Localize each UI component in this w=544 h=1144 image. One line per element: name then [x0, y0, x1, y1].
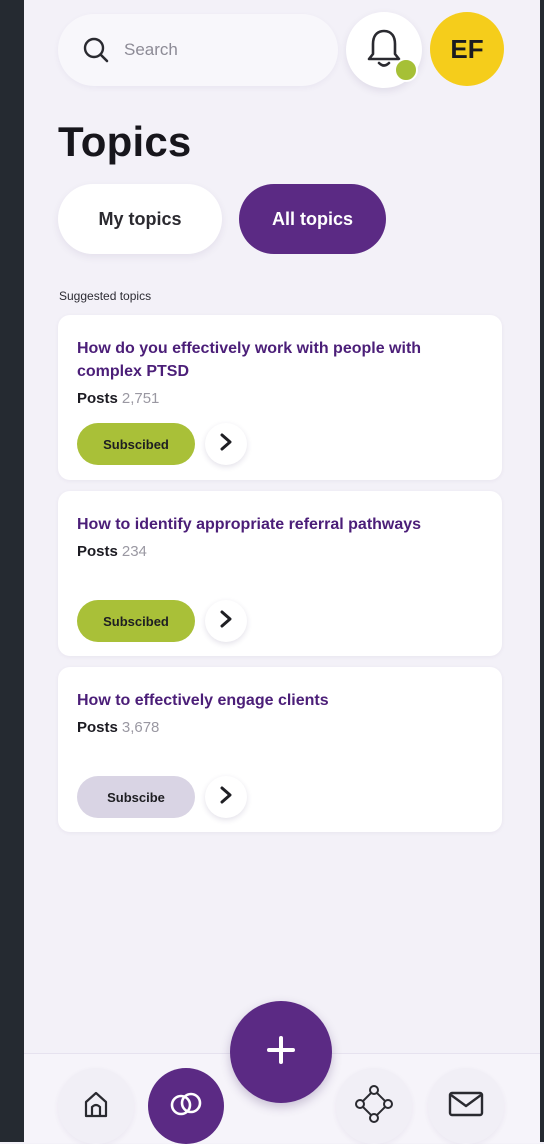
tab-label: All topics [271, 208, 353, 229]
tab-all-topics[interactable]: All topics [239, 184, 386, 254]
tab-my-topics[interactable]: My topics [58, 184, 222, 254]
avatar-initials: EF [450, 33, 484, 64]
create-post-button[interactable] [230, 1001, 332, 1103]
search-icon [80, 34, 112, 66]
topic-title[interactable]: How do you effectively work with people … [77, 337, 487, 383]
posts-count: Posts 2,751 [77, 390, 159, 407]
topic-card[interactable]: How to identify appropriate referral pat… [58, 491, 502, 656]
links-icon [166, 1088, 206, 1125]
nav-network-button[interactable] [336, 1068, 412, 1144]
right-edge-strip [540, 0, 544, 1142]
subscribe-button[interactable]: Subscibed [77, 423, 195, 465]
open-topic-button[interactable] [205, 423, 247, 465]
topic-card[interactable]: How to effectively engage clients Posts 3… [58, 667, 502, 832]
topic-card[interactable]: How do you effectively work with people … [58, 315, 502, 480]
search-input[interactable] [122, 39, 326, 61]
search-bar[interactable] [58, 14, 338, 86]
section-label: Suggested topics [59, 289, 152, 303]
home-icon [80, 1088, 112, 1125]
posts-number: 234 [121, 543, 147, 560]
tab-label: My topics [98, 208, 182, 229]
posts-label: Posts [77, 543, 118, 560]
subscribe-button[interactable]: Subscibed [77, 600, 195, 642]
posts-label: Posts [77, 390, 118, 407]
posts-count: Posts 3,678 [77, 719, 159, 736]
posts-label: Posts [77, 719, 118, 736]
nav-home-button[interactable] [58, 1068, 134, 1144]
notification-badge [394, 58, 418, 82]
topic-title[interactable]: How to effectively engage clients [77, 689, 487, 712]
page-title: Topics [58, 118, 192, 165]
nav-topics-button[interactable] [148, 1068, 224, 1144]
avatar[interactable]: EF [430, 12, 504, 86]
notifications-button[interactable] [346, 12, 422, 88]
subscribe-button[interactable]: Subscibe [77, 776, 195, 818]
open-topic-button[interactable] [205, 776, 247, 818]
posts-count: Posts 234 [77, 543, 147, 560]
topic-title[interactable]: How to identify appropriate referral pat… [77, 513, 487, 536]
nav-messages-button[interactable] [428, 1068, 504, 1144]
chevron-right-icon [218, 432, 234, 457]
chevron-right-icon [218, 785, 234, 810]
chevron-right-icon [218, 609, 234, 634]
left-edge-strip [0, 0, 24, 1142]
network-icon [354, 1084, 394, 1129]
posts-number: 2,751 [121, 390, 160, 407]
open-topic-button[interactable] [205, 600, 247, 642]
mail-icon [447, 1089, 485, 1124]
app-screen: EF Topics My topics All topics Suggested… [24, 0, 540, 1142]
posts-number: 3,678 [121, 719, 160, 736]
plus-icon [266, 1035, 296, 1070]
